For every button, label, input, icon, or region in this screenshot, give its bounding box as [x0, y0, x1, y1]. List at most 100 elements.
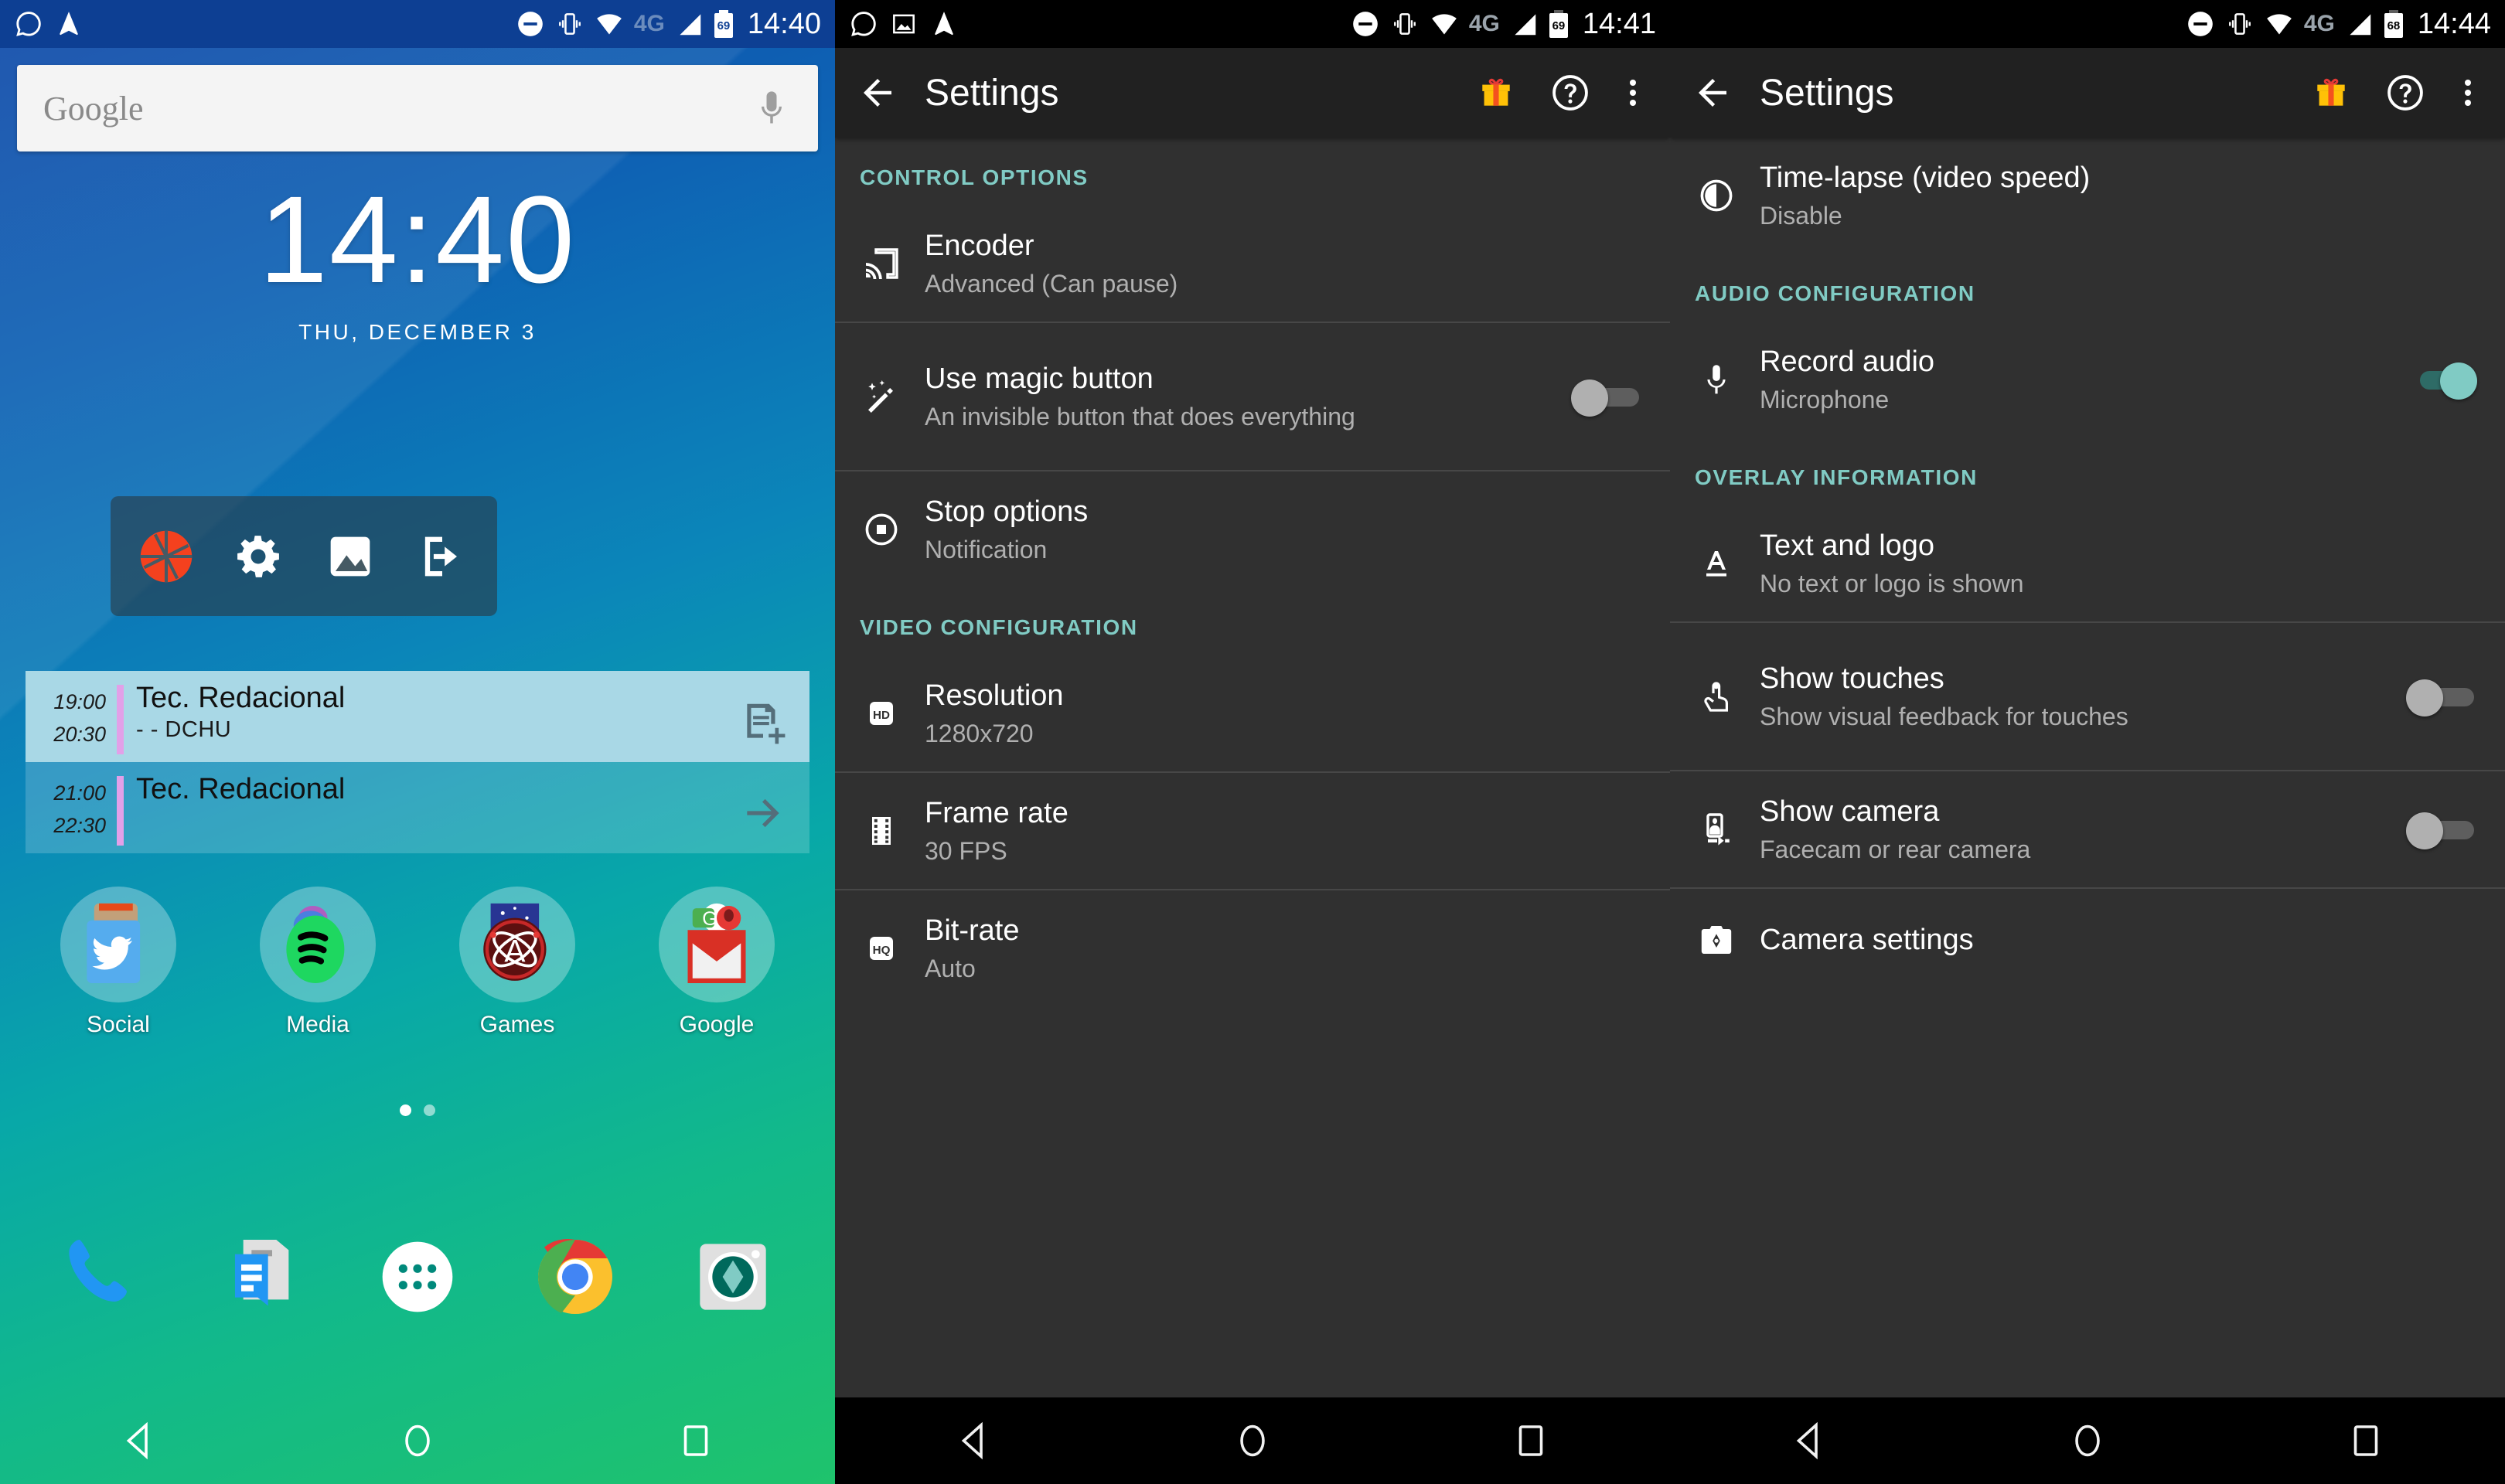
microphone-icon[interactable] — [752, 87, 792, 130]
page-title: Settings — [925, 72, 1059, 114]
timelapse-icon — [1693, 177, 1760, 214]
status-bar-home: 4G 69 14:40 — [0, 0, 835, 48]
navigation-bar-mid — [835, 1397, 1670, 1484]
setting-row-magic-button[interactable]: Use magic button An invisible button tha… — [835, 323, 1670, 470]
setting-row-bit-rate[interactable]: HQ Bit-rate Auto — [835, 890, 1670, 1006]
setting-row-encoder[interactable]: Encoder Advanced (Can pause) — [835, 206, 1670, 322]
setting-row-time-lapse[interactable]: Time-lapse (video speed) Disable — [1670, 138, 2505, 254]
show-touches-toggle[interactable] — [2406, 679, 2477, 716]
calendar-event-row[interactable]: 21:00 22:30 Tec. Redacional — [26, 762, 809, 853]
back-nav-icon[interactable] — [1788, 1420, 1830, 1462]
touch-icon — [1693, 678, 1760, 715]
hq-icon: HQ — [858, 930, 925, 967]
setting-row-resolution[interactable]: HD Resolution 1280x720 — [835, 655, 1670, 771]
clock-time[interactable]: 14:40 — [0, 178, 835, 301]
phone-icon[interactable] — [53, 1227, 152, 1326]
navigation-bar-home — [0, 1397, 835, 1484]
setting-subtitle: Notification — [925, 535, 1048, 563]
back-nav-icon[interactable] — [118, 1420, 160, 1462]
app-folder-label: Games — [479, 1012, 555, 1037]
settings-toolbar: Settings — [1670, 48, 2505, 138]
hd-icon: HD — [858, 695, 925, 732]
calendar-color-stripe — [117, 685, 124, 754]
setting-row-show-touches[interactable]: Show touches Show visual feedback for to… — [1670, 623, 2505, 770]
help-icon[interactable] — [1549, 72, 1591, 114]
navigation-bar-right — [1670, 1397, 2505, 1484]
aperture-icon[interactable] — [137, 527, 196, 586]
calendar-event-row[interactable]: 19:00 20:30 Tec. Redacional - - DCHU — [26, 671, 809, 762]
google-search-bar[interactable]: Google — [17, 65, 818, 151]
gear-icon[interactable] — [229, 527, 288, 586]
page-dot-active[interactable] — [400, 1104, 411, 1116]
setting-subtitle: Microphone — [1760, 385, 1890, 414]
back-arrow-icon[interactable] — [857, 72, 898, 114]
battery-level-label: 69 — [1552, 19, 1566, 32]
show-camera-toggle[interactable] — [2406, 812, 2477, 849]
clock-date[interactable]: THU, DECEMBER 3 — [0, 320, 835, 345]
event-subtitle: - - DCHU — [136, 716, 232, 742]
gallery-icon[interactable] — [321, 527, 380, 586]
do-not-disturb-icon — [518, 12, 543, 36]
app-folder-row: Social Media A Games G Google — [0, 887, 835, 1038]
status-bar-system-icons: 4G 69 14:40 — [516, 9, 821, 39]
calendar-next-button[interactable] — [717, 773, 809, 853]
gift-icon[interactable] — [1477, 73, 1515, 112]
setting-row-text-and-logo[interactable]: Text and logo No text or logo is shown — [1670, 505, 2505, 621]
app-folder-google[interactable]: G Google — [643, 887, 790, 1038]
back-arrow-icon[interactable] — [1692, 72, 1733, 114]
new-event-button[interactable] — [717, 682, 809, 762]
app-folder-media[interactable]: Media — [244, 887, 391, 1038]
setting-title: Resolution — [925, 679, 1064, 713]
calendar-color-stripe — [117, 776, 124, 846]
setting-row-show-camera[interactable]: Show camera Facecam or rear camera — [1670, 771, 2505, 887]
home-nav-icon[interactable] — [397, 1420, 438, 1462]
settings-list-mid[interactable]: CONTROL OPTIONS Encoder Advanced (Can pa… — [835, 138, 1670, 1397]
home-nav-icon[interactable] — [1232, 1420, 1273, 1462]
setting-row-stop-options[interactable]: Stop options Notification — [835, 471, 1670, 587]
home-nav-icon[interactable] — [2067, 1420, 2108, 1462]
setting-row-camera-settings[interactable]: Camera settings — [1670, 889, 2505, 991]
setting-title: Time-lapse (video speed) — [1760, 162, 2091, 195]
app-folder-social[interactable]: Social — [45, 887, 192, 1038]
battery-icon: 69 — [714, 10, 733, 38]
event-start-time: 21:00 — [53, 781, 106, 805]
camera-settings-icon — [1693, 921, 1760, 958]
setting-title: Record audio — [1760, 345, 1935, 379]
magic-button-toggle[interactable] — [1571, 380, 1642, 417]
recents-nav-icon[interactable] — [1510, 1420, 1552, 1462]
setting-subtitle: No text or logo is shown — [1760, 569, 2024, 597]
back-nav-icon[interactable] — [953, 1420, 995, 1462]
camera-icon[interactable] — [683, 1227, 782, 1326]
chrome-icon[interactable] — [526, 1227, 625, 1326]
network-type-label: 4G — [1468, 11, 1500, 36]
setting-subtitle: Facecam or rear camera — [1760, 835, 2031, 863]
vibrate-icon — [558, 13, 581, 35]
new-event-icon — [747, 703, 786, 744]
battery-level-label: 69 — [717, 19, 731, 32]
section-header: CONTROL OPTIONS — [860, 165, 1089, 189]
exit-icon[interactable] — [413, 527, 472, 586]
record-audio-toggle[interactable] — [2406, 362, 2477, 400]
calendar-widget[interactable]: 19:00 20:30 Tec. Redacional - - DCHU 21:… — [26, 671, 809, 856]
calendar-event-times: 19:00 20:30 — [26, 682, 117, 762]
overflow-menu-icon[interactable] — [2463, 72, 2473, 114]
setting-subtitle: 1280x720 — [925, 719, 1034, 747]
setting-row-frame-rate[interactable]: Frame rate 30 FPS — [835, 773, 1670, 889]
svg-text:HQ: HQ — [873, 944, 891, 957]
setting-row-record-audio[interactable]: Record audio Microphone — [1670, 322, 2505, 437]
setting-title: Show camera — [1760, 795, 1940, 829]
status-bar-clock: 14:41 — [1582, 8, 1656, 40]
svg-text:G: G — [702, 908, 717, 930]
home-screen-panel: 4G 69 14:40 Google 14:40 THU, DECEMBER 3… — [0, 0, 835, 1484]
recents-nav-icon[interactable] — [675, 1420, 717, 1462]
page-dot[interactable] — [424, 1104, 435, 1116]
settings-list-right[interactable]: Time-lapse (video speed) Disable AUDIO C… — [1670, 138, 2505, 1397]
messages-icon[interactable] — [210, 1227, 309, 1326]
overflow-menu-icon[interactable] — [1628, 72, 1638, 114]
app-folder-games[interactable]: A Games — [444, 887, 591, 1038]
help-icon[interactable] — [2384, 72, 2426, 114]
app-drawer-icon[interactable] — [368, 1227, 467, 1326]
gift-icon[interactable] — [2312, 73, 2350, 112]
recents-nav-icon[interactable] — [2345, 1420, 2387, 1462]
settings-panel-right: 4G 68 14:44 Settings Time-lapse (video s… — [1670, 0, 2505, 1484]
